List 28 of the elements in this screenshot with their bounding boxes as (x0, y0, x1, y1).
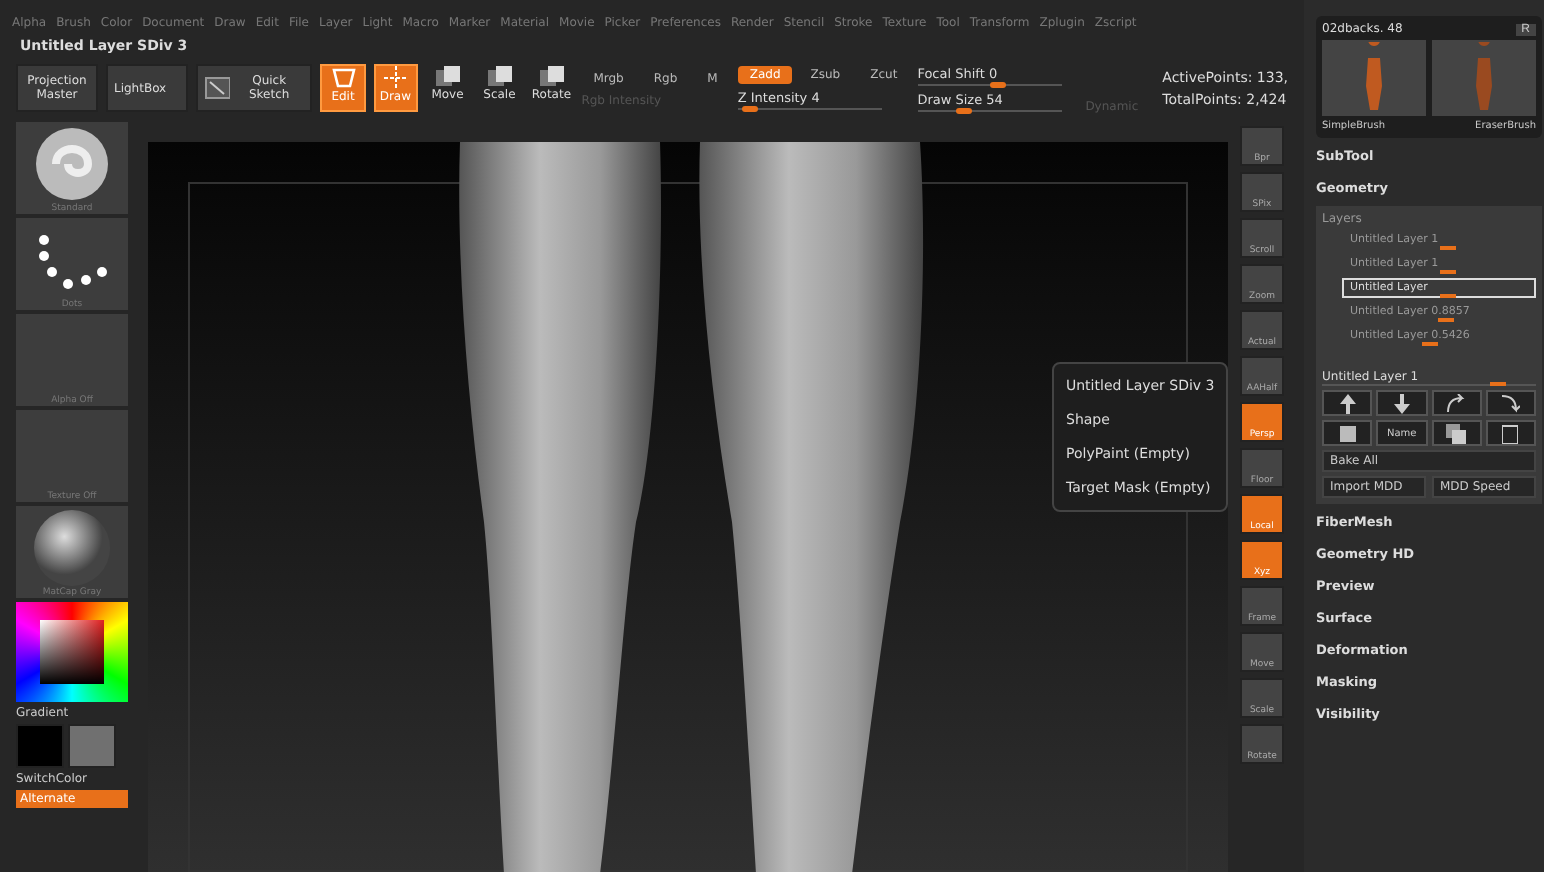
trash-icon (1502, 423, 1519, 443)
split-button[interactable] (1431, 390, 1482, 416)
delete-button[interactable] (1485, 420, 1536, 446)
brush-icon (32, 124, 112, 204)
crosshair-icon (381, 66, 410, 90)
color-picker[interactable] (16, 602, 128, 702)
square-icon (1339, 425, 1356, 441)
tool-thumbnail[interactable] (1432, 40, 1536, 116)
secondary-color-swatch[interactable] (68, 724, 116, 768)
curved-arrow-icon (1446, 393, 1467, 413)
new-layer-button[interactable] (1322, 420, 1373, 446)
main-color-swatch[interactable] (16, 724, 64, 768)
transform-icon (433, 64, 462, 88)
tool-thumbnail[interactable] (1322, 40, 1426, 116)
arrow-up-icon (1337, 393, 1358, 413)
move-up-button[interactable] (1322, 390, 1373, 416)
transform-icon (485, 64, 514, 88)
curved-arrow-icon (1500, 393, 1521, 413)
merge-button[interactable] (1485, 390, 1536, 416)
sphere-icon (32, 508, 112, 588)
edit-icon (329, 66, 358, 90)
move-down-button[interactable] (1376, 390, 1427, 416)
transform-icon (537, 64, 566, 88)
sketch-icon (203, 76, 230, 100)
arrow-down-icon (1391, 393, 1412, 413)
copy-button[interactable] (1431, 420, 1482, 446)
copy-icon (1446, 423, 1467, 443)
canvas-viewport[interactable] (148, 142, 1228, 872)
